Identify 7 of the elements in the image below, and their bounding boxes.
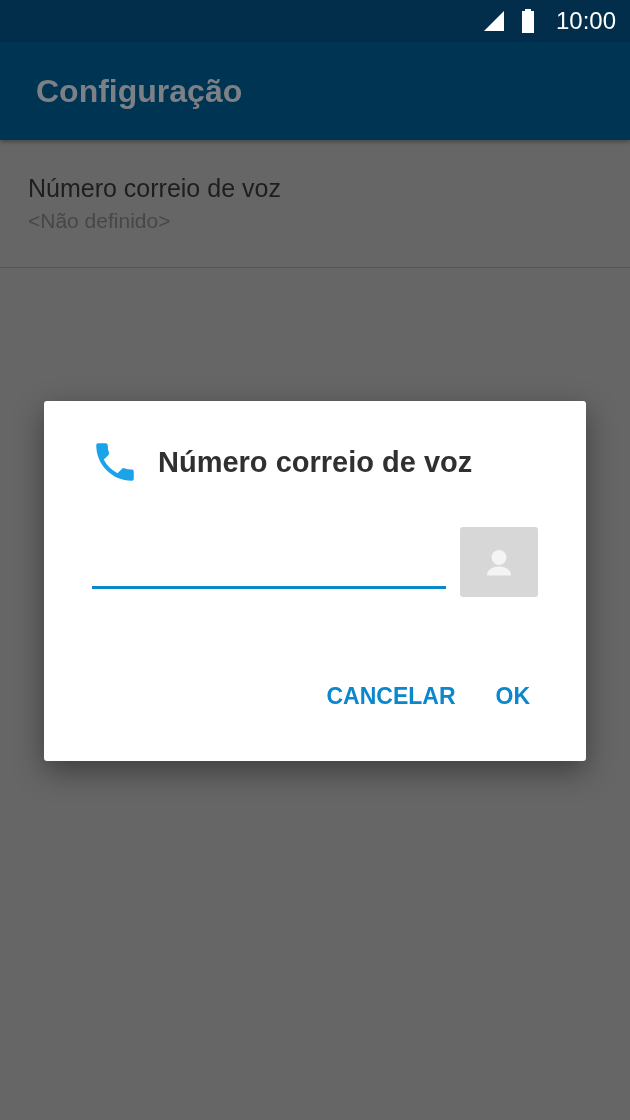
- dialog-button[interactable]: OK: [483, 677, 542, 716]
- dialog-title: Número correio de voz: [158, 445, 473, 479]
- dialog-button[interactable]: CANCELAR: [314, 677, 468, 716]
- battery-icon: [519, 9, 536, 33]
- clock-time: 10:00: [555, 7, 616, 35]
- item-title: Número correio de voz: [28, 174, 282, 203]
- app-title: Configuração: [36, 72, 243, 110]
